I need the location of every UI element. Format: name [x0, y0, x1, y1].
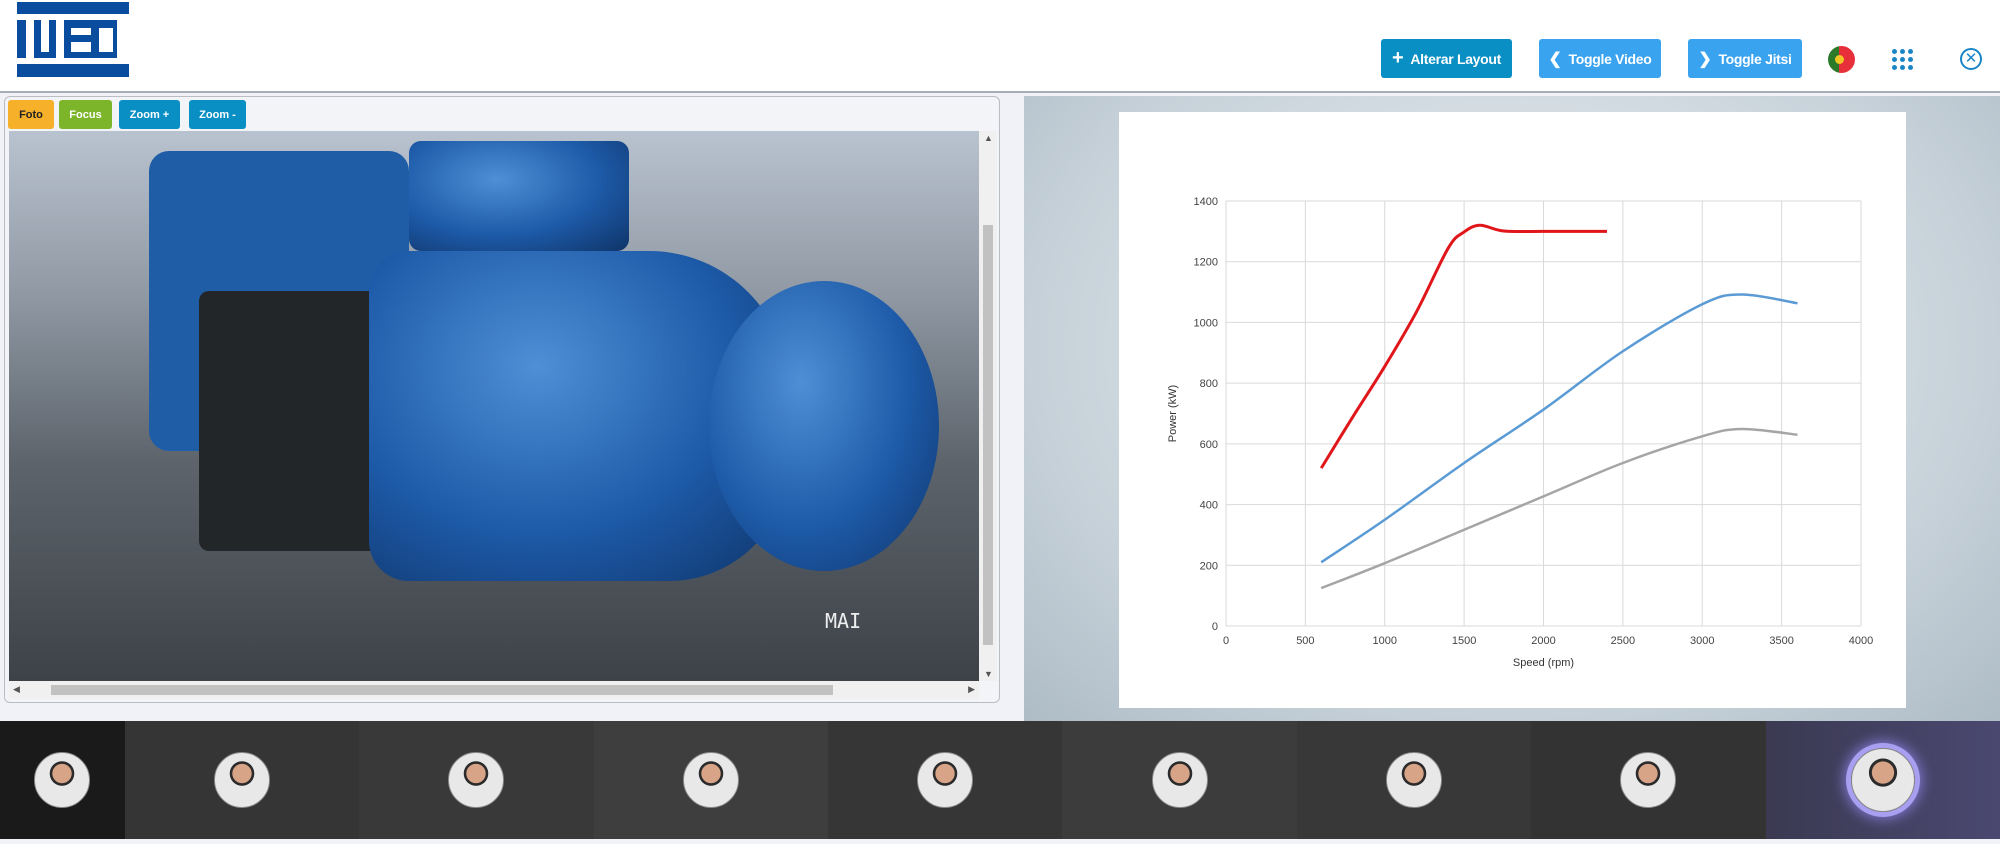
x-tick-label: 2000 — [1531, 635, 1555, 647]
alterar-layout-button[interactable]: + Alterar Layout — [1381, 39, 1512, 78]
scroll-up-icon[interactable]: ▲ — [984, 133, 993, 143]
participant-tile[interactable] — [124, 721, 360, 839]
camera-video-feed: MAI — [9, 131, 979, 681]
button-label: Toggle Video — [1568, 50, 1652, 67]
y-tick-label: 200 — [1200, 560, 1218, 572]
series-line-gray — [1320, 427, 1798, 590]
y-tick-label: 600 — [1200, 439, 1218, 451]
x-tick-label: 1000 — [1373, 635, 1397, 647]
x-tick-label: 2500 — [1611, 635, 1635, 647]
plus-icon: + — [1391, 47, 1404, 69]
avatar — [213, 752, 270, 808]
horizontal-scrollbar[interactable]: ◀ ▶ — [9, 681, 979, 699]
avatar — [682, 752, 739, 808]
motor-image — [709, 281, 939, 571]
avatar — [1151, 752, 1208, 808]
x-axis-label: Speed (rpm) — [1513, 657, 1574, 669]
y-tick-label: 0 — [1212, 621, 1218, 633]
button-label: Alterar Layout — [1410, 50, 1502, 67]
portugal-flag-icon[interactable] — [1828, 46, 1855, 73]
shared-screen-area: 0 200 400 600 800 1000 1200 1400 0 500 1000 1500 200… — [1024, 96, 2000, 721]
chevron-right-icon: ❯ — [1698, 50, 1712, 68]
top-header: + Alterar Layout ❮ Toggle Video ❯ Toggle Ji… — [0, 0, 2000, 93]
participant-tile[interactable] — [0, 721, 125, 839]
avatar — [917, 752, 974, 808]
scroll-left-icon[interactable]: ◀ — [13, 684, 20, 695]
y-axis-label: Power (kW) — [1167, 385, 1179, 442]
series-line-blue — [1320, 293, 1798, 564]
avatar — [34, 752, 91, 808]
button-label: Toggle Jitsi — [1718, 50, 1792, 67]
avatar — [1850, 748, 1915, 812]
y-tick-label: 1200 — [1194, 257, 1218, 269]
x-tick-label: 4000 — [1849, 635, 1873, 647]
chart-svg: 0 200 400 600 800 1000 1200 1400 0 500 1000 1500 200… — [1167, 196, 1873, 669]
video-panel: Foto Focus Zoom + Zoom - MAI ▲ ▼ ◀ ▶ — [4, 96, 1000, 703]
chevron-left-icon: ❮ — [1548, 50, 1562, 68]
scroll-thumb[interactable] — [983, 225, 993, 645]
y-tick-label: 800 — [1200, 378, 1218, 390]
power-speed-chart: 0 200 400 600 800 1000 1200 1400 0 500 1000 1500 200… — [1119, 112, 1906, 708]
y-tick-label: 1400 — [1194, 196, 1218, 208]
toggle-video-button[interactable]: ❮ Toggle Video — [1539, 39, 1661, 78]
participant-tile[interactable] — [1765, 721, 2000, 839]
close-circle-icon[interactable]: ✕ — [1960, 48, 1982, 70]
x-tick-label: 3000 — [1690, 635, 1714, 647]
participant-tile[interactable] — [827, 721, 1063, 839]
participant-tile[interactable] — [1296, 721, 1532, 839]
participant-tile[interactable] — [1531, 721, 1766, 839]
participant-tile[interactable] — [359, 721, 594, 839]
y-tick-label: 400 — [1200, 500, 1218, 512]
participant-tile[interactable] — [593, 721, 828, 839]
avatar — [1620, 752, 1677, 808]
vertical-scrollbar[interactable]: ▲ ▼ — [979, 131, 997, 681]
x-tick-label: 3500 — [1769, 635, 1793, 647]
participant-tile[interactable] — [1062, 721, 1297, 839]
zoom-out-button[interactable]: Zoom - — [189, 100, 246, 129]
avatar — [1385, 752, 1442, 808]
x-tick-label: 0 — [1223, 635, 1229, 647]
apps-grid-icon[interactable] — [1892, 49, 1914, 71]
zoom-in-button[interactable]: Zoom + — [119, 100, 180, 129]
foto-button[interactable]: Foto — [8, 100, 54, 129]
y-tick-label: 1000 — [1194, 317, 1218, 329]
scroll-thumb[interactable] — [51, 685, 833, 695]
x-tick-label: 1500 — [1452, 635, 1476, 647]
motor-image — [409, 141, 629, 251]
toggle-jitsi-button[interactable]: ❯ Toggle Jitsi — [1688, 39, 1802, 78]
weg-logo — [17, 2, 129, 77]
scroll-right-icon[interactable]: ▶ — [968, 684, 975, 695]
x-tick-label: 500 — [1296, 635, 1314, 647]
participants-strip — [0, 721, 2000, 839]
scroll-down-icon[interactable]: ▼ — [984, 669, 993, 679]
focus-button[interactable]: Focus — [59, 100, 112, 129]
avatar — [448, 752, 505, 808]
overlay-text: MAI — [825, 609, 862, 633]
